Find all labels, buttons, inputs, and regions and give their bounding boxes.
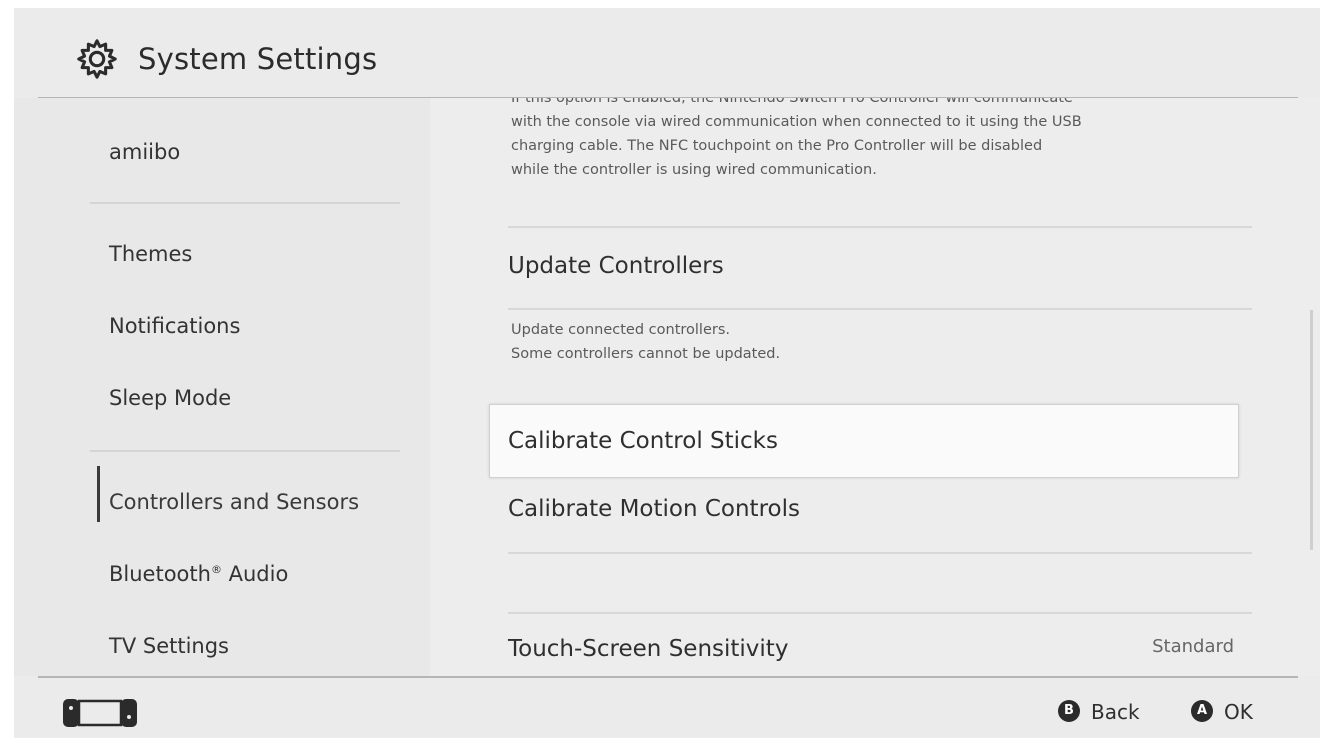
sidebar-item-notifications[interactable]: Notifications (109, 314, 240, 338)
description-line: charging cable. The NFC touchpoint on th… (511, 138, 1043, 154)
calibrate-motion-controls-label: Calibrate Motion Controls (508, 496, 800, 522)
sidebar-divider (90, 202, 400, 204)
ok-button[interactable]: OK (1224, 700, 1253, 724)
touch-screen-sensitivity-label: Touch-Screen Sensitivity (508, 636, 789, 662)
pro-controller-wired-description: If this option is enabled, the Nintendo … (511, 98, 1082, 182)
sidebar-item-label: Notifications (109, 314, 241, 338)
calibrate-control-sticks-item[interactable]: Calibrate Control Sticks (489, 404, 1239, 478)
description-line: Some controllers cannot be updated. (511, 346, 781, 362)
sidebar-divider (90, 450, 400, 452)
gear-icon (77, 39, 117, 79)
sidebar-item-tv-settings[interactable]: TV Settings (109, 634, 229, 658)
touch-screen-sensitivity-value: Standard (1152, 636, 1234, 657)
sidebar: amiibo Themes Notifications Sleep Mode C… (14, 98, 430, 676)
registered-mark: ® (210, 563, 222, 576)
sidebar-item-amiibo[interactable]: amiibo (109, 140, 180, 164)
sidebar-item-bluetooth-audio[interactable]: Bluetooth® Audio (109, 562, 288, 586)
footer: B Back A OK (14, 678, 1320, 738)
description-line: Update connected controllers. (511, 322, 730, 338)
description-line: while the controller is using wired comm… (511, 162, 877, 178)
sidebar-item-label: Sleep Mode (109, 386, 232, 410)
scrollbar[interactable] (1310, 310, 1313, 550)
calibrate-control-sticks-label: Calibrate Control Sticks (508, 428, 778, 454)
sidebar-item-label: Controllers and Sensors (109, 490, 360, 514)
ok-label: OK (1224, 700, 1253, 724)
a-button-icon: A (1191, 700, 1213, 722)
content-divider (508, 612, 1252, 614)
page-title: System Settings (138, 42, 378, 76)
sidebar-item-controllers-and-sensors[interactable]: Controllers and Sensors (109, 490, 359, 514)
content-divider (508, 552, 1252, 554)
description-line: with the console via wired communication… (511, 114, 1082, 130)
content-divider (508, 226, 1252, 228)
handheld-console-icon (63, 699, 137, 727)
sidebar-item-label: TV Settings (109, 634, 230, 658)
description-line: If this option is enabled, the Nintendo … (511, 98, 1073, 106)
header: System Settings (14, 8, 1320, 98)
content-divider (508, 308, 1252, 310)
update-controllers-label: Update Controllers (508, 253, 724, 279)
back-label: Back (1091, 700, 1140, 724)
sidebar-item-sleep-mode[interactable]: Sleep Mode (109, 386, 231, 410)
active-indicator (97, 466, 100, 522)
sidebar-item-label-suffix: Audio (221, 562, 289, 586)
update-controllers-description: Update connected controllers. Some contr… (511, 318, 780, 366)
b-button-icon: B (1058, 700, 1080, 722)
back-button[interactable]: Back (1091, 700, 1140, 724)
system-settings-screen: System Settings amiibo Themes Notificati… (14, 8, 1320, 738)
sidebar-item-themes[interactable]: Themes (109, 242, 192, 266)
settings-content: If this option is enabled, the Nintendo … (430, 98, 1320, 676)
sidebar-item-label: Bluetooth (109, 562, 211, 586)
sidebar-item-label: amiibo (109, 140, 181, 164)
sidebar-item-label: Themes (109, 242, 193, 266)
